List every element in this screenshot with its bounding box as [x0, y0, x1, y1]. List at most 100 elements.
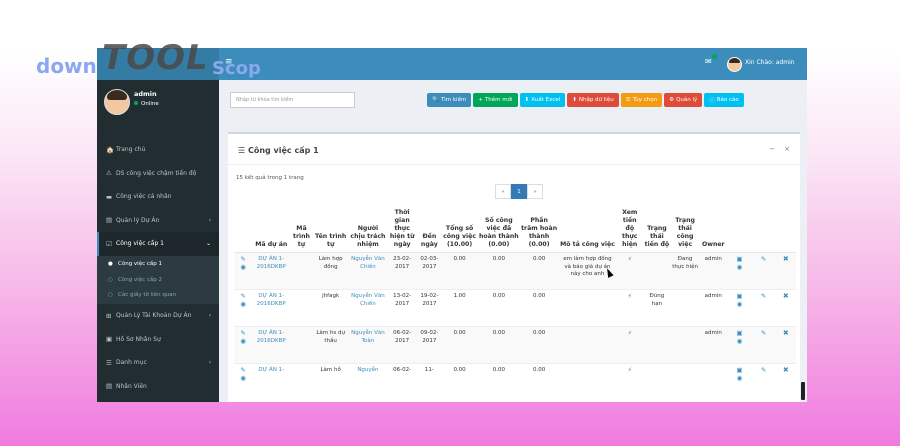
- table-row: ✎ ◉ DỰ ÁN 1- Làm hồ Nguyễn 06-02- 11- 0.00 0.00 0…: [234, 363, 796, 401]
- pager-prev[interactable]: «: [495, 184, 511, 199]
- sidebar-item[interactable]: ▣ Hồ Sơ Nhân Sự: [97, 328, 219, 352]
- circle-icon: ●: [108, 261, 113, 268]
- sidebar-item[interactable]: ⊞ Quản Lý Tài Khoản Dự Án ‹: [97, 304, 219, 328]
- delete-icon[interactable]: ✖: [783, 255, 789, 263]
- mail-icon[interactable]: ✉: [705, 57, 712, 66]
- column-header: Trạng thái tiến độ: [642, 208, 672, 253]
- sidebar-item[interactable]: ▤ Quản lý Dự Án ‹: [97, 209, 219, 233]
- cell-tt_cong_viec: [671, 326, 700, 364]
- table-row: ✎ ◉ DỰ ÁN 1-2016DKBP jhfagk Nguyễn Văn Chiến…: [234, 289, 796, 327]
- progress-icon[interactable]: ⚡: [627, 255, 632, 263]
- view-icon[interactable]: ◉: [728, 300, 750, 309]
- cell-nguoi[interactable]: Nguyễn Văn Toàn: [348, 326, 388, 364]
- account-icon: ⊞: [106, 311, 112, 320]
- column-header: [751, 208, 776, 253]
- cell-tong: 0.00: [441, 363, 478, 401]
- sidebar-item[interactable]: ☑ Công việc cấp 1 ⌄: [97, 232, 219, 256]
- sidebar-item[interactable]: ⚠ DS công việc chậm tiến độ: [97, 162, 219, 186]
- user-greeting[interactable]: Xin Chào: admin: [745, 59, 795, 66]
- cell-tt_cong_viec: Đang thực hiện: [671, 252, 700, 290]
- tasks-table: Mã dự án Mã trình tự Tên trình tự Người chị…: [234, 208, 796, 401]
- cell-mo_ta: [558, 326, 617, 364]
- row-actions: ✎ ◉: [234, 363, 253, 401]
- delete-icon[interactable]: ✖: [783, 292, 789, 300]
- staff-icon: ▤: [106, 382, 113, 391]
- search-input[interactable]: Nhập từ khóa tìm kiếm: [230, 92, 355, 108]
- delete-icon[interactable]: ✖: [783, 329, 789, 337]
- view-icon[interactable]: ◉: [728, 374, 750, 383]
- edit-icon[interactable]: ✎: [761, 292, 766, 300]
- chevron-icon: ‹: [208, 312, 211, 320]
- button-icon: ☰: [625, 97, 631, 103]
- user-name: admin: [134, 90, 157, 98]
- toolbar-button[interactable]: ⬇ Xuất Excel: [519, 93, 566, 107]
- cell-ma_du_an[interactable]: DỰ ÁN 1-: [252, 363, 291, 401]
- sidebar-item-label: Công việc cá nhân: [116, 193, 172, 201]
- sidebar-item[interactable]: ▬ Công việc cá nhân: [97, 185, 219, 209]
- sidebar-item[interactable]: 🏠 Trang chủ: [97, 138, 219, 162]
- topbar-avatar[interactable]: [727, 57, 742, 72]
- submenu-item[interactable]: ○ Công việc cấp 2: [97, 272, 219, 288]
- sidebar-item[interactable]: ▤Quản lý nhân viên: [97, 398, 219, 402]
- toolbar-button[interactable]: 🔍 Tìm kiếm: [427, 93, 472, 107]
- submenu-item[interactable]: ○ Các giấy tờ liên quan: [97, 288, 219, 304]
- progress-icon[interactable]: ⚡: [627, 329, 632, 337]
- sidebar-item[interactable]: ☰ Danh mục ‹: [97, 351, 219, 375]
- submenu-item[interactable]: ● Công việc cấp 1: [97, 257, 219, 273]
- edit-icon[interactable]: ✎: [761, 366, 766, 374]
- cell-delete: ✖: [775, 363, 796, 401]
- minimize-icon[interactable]: −: [769, 145, 775, 153]
- cell-nguoi[interactable]: Nguyễn: [348, 363, 388, 401]
- edit-icon[interactable]: ✎: [761, 329, 766, 337]
- column-header: Số công việc đã hoàn thành (0.00): [477, 208, 520, 253]
- view-icon[interactable]: ◉: [235, 300, 251, 309]
- view-icon[interactable]: ◉: [235, 337, 251, 346]
- close-icon[interactable]: ×: [784, 145, 790, 153]
- toolbar-button[interactable]: ⚙ Quản lý: [664, 93, 703, 107]
- progress-icon[interactable]: ⚡: [627, 366, 632, 374]
- button-icon: ⬇: [524, 97, 530, 103]
- sidebar-item-label: Danh mục: [116, 359, 147, 367]
- view-icon[interactable]: ◉: [728, 337, 750, 346]
- cell-ma_du_an[interactable]: DỰ ÁN 1-2016DKBP: [252, 252, 291, 290]
- cell-tt_tien_do: [642, 326, 672, 364]
- edit-icon[interactable]: ✎: [761, 255, 766, 263]
- result-count: 15 kết quả trong 1 trang: [236, 175, 304, 181]
- online-dot-icon: [134, 101, 138, 105]
- cell-nguoi[interactable]: Nguyễn Văn Chiến: [348, 252, 388, 290]
- cell-hoan_thanh: 0.00: [477, 289, 520, 327]
- cell-ten_trinh_tu: Làm hồ: [312, 363, 349, 401]
- cell-image: ▣ ◉: [727, 289, 752, 327]
- user-status-text: Online: [141, 101, 159, 107]
- view-icon[interactable]: ◉: [235, 374, 251, 383]
- sidebar-item[interactable]: ▤ Nhân Viên: [97, 375, 219, 399]
- sidebar-item-label: Trang chủ: [116, 146, 146, 154]
- toolbar-button[interactable]: ☰ Tùy chọn: [620, 93, 663, 107]
- cell-ma_du_an[interactable]: DỰ ÁN 1-2016DKBP: [252, 326, 291, 364]
- view-icon[interactable]: ◉: [235, 263, 251, 272]
- cell-phan_tram: 0.00: [519, 363, 559, 401]
- pager-next[interactable]: »: [527, 184, 543, 199]
- content-box: ☰ Công việc cấp 1 − × 15 kết quả trong 1…: [228, 132, 800, 402]
- toolbar-button[interactable]: ⬆ Nhập dữ liệu: [567, 93, 619, 107]
- cell-mo_ta: [558, 363, 617, 401]
- cell-view-progress: ⚡: [616, 252, 643, 290]
- column-header: Đến ngày: [417, 208, 442, 253]
- home-icon: 🏠: [106, 145, 115, 154]
- row-actions: ✎ ◉: [234, 252, 253, 290]
- cell-edit: ✎: [751, 252, 776, 290]
- row-actions: ✎ ◉: [234, 326, 253, 364]
- toolbar-button[interactable]: + Thêm mới: [473, 93, 518, 107]
- cell-edit: ✎: [751, 289, 776, 327]
- scrollbar[interactable]: [801, 382, 805, 400]
- sidebar-item-label: DS công việc chậm tiến độ: [116, 169, 197, 177]
- delete-icon[interactable]: ✖: [783, 366, 789, 374]
- app-window: admin Online 🏠 Trang chủ ⚠ DS công việc chậ…: [97, 48, 807, 402]
- cell-nguoi[interactable]: Nguyễn Văn Chiến: [348, 289, 388, 327]
- view-icon[interactable]: ◉: [728, 263, 750, 272]
- progress-icon[interactable]: ⚡: [627, 292, 632, 300]
- pager-page-1[interactable]: 1: [511, 184, 527, 199]
- cell-edit: ✎: [751, 363, 776, 401]
- cell-ma_du_an[interactable]: DỰ ÁN 1-2016DKBP: [252, 289, 291, 327]
- toolbar-button[interactable]: ⓘ Báo cáo: [704, 93, 744, 107]
